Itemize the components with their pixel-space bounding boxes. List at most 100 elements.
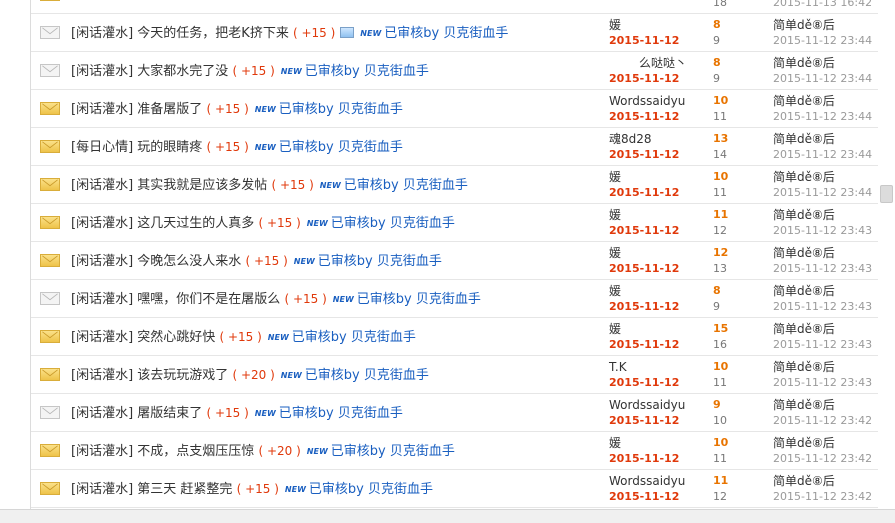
replies-count[interactable]: 11 [713, 208, 728, 222]
category-link[interactable]: [闲话灌水] [71, 482, 133, 497]
last-post-time[interactable]: 2015-11-12 23:43 [773, 262, 872, 276]
review-status-link[interactable]: 已审核by 贝克街血手 [279, 140, 403, 155]
table-row[interactable]: [闲话灌水] 屠版结束了 ( +15 ) NEW 已审核by 贝克街血手 Wordss… [31, 394, 879, 432]
author-link[interactable]: 么哒哒丶 [597, 56, 687, 70]
thread-subject-link[interactable]: 准备屠版了 [137, 102, 202, 117]
table-row[interactable]: [闲话灌水] 突然心跳好快 ( +15 ) NEW 已审核by 贝克街血手 媛 2015… [31, 318, 879, 356]
category-link[interactable]: [闲话灌水] [71, 254, 133, 269]
review-status-link[interactable]: 已审核by 贝克街血手 [279, 102, 403, 117]
category-link[interactable]: [闲话灌水] [71, 178, 133, 193]
last-poster-link[interactable]: 简单dě⑧后 [773, 436, 835, 450]
replies-count[interactable]: 8 [713, 56, 721, 70]
last-poster-link[interactable]: 简单dě⑧后 [773, 322, 835, 336]
table-row-partial[interactable]: 18 2015-11-13 16:42 [31, 0, 879, 14]
table-row[interactable]: [闲话灌水] 今天的任务，把老K挤下来 ( +15 ) NEW 已审核by 贝克街血… [31, 14, 879, 52]
category-link[interactable]: [闲话灌水] [71, 26, 133, 41]
table-row[interactable]: [闲话灌水] 第三天 赶紧整完 ( +15 ) NEW 已审核by 贝克街血手 Wor… [31, 470, 879, 508]
table-row[interactable]: [闲话灌水] 大家都水完了没 ( +15 ) NEW 已审核by 贝克街血手 么哒哒丶… [31, 52, 879, 90]
replies-count[interactable]: 8 [713, 18, 721, 32]
replies-count[interactable]: 10 [713, 170, 728, 184]
thread-subject-link[interactable]: 第三天 赶紧整完 [137, 482, 232, 497]
last-poster-link[interactable]: 简单dě⑧后 [773, 132, 835, 146]
replies-count[interactable]: 15 [713, 322, 728, 336]
table-row[interactable]: [闲话灌水] 这几天过生的人真多 ( +15 ) NEW 已审核by 贝克街血手 媛 2… [31, 204, 879, 242]
review-status-link[interactable]: 已审核by 贝克街血手 [331, 444, 455, 459]
last-post-time[interactable]: 2015-11-12 23:44 [773, 110, 872, 124]
category-link[interactable]: [闲话灌水] [71, 444, 133, 459]
last-post-time[interactable]: 2015-11-12 23:44 [773, 148, 872, 162]
last-poster-link[interactable]: 简单dě⑧后 [773, 284, 835, 298]
thread-subject-link[interactable]: 突然心跳好快 [137, 330, 215, 345]
category-link[interactable]: [闲话灌水] [71, 330, 133, 345]
table-row[interactable]: [闲话灌水] 其实我就是应该多发帖 ( +15 ) NEW 已审核by 贝克街血手 媛… [31, 166, 879, 204]
last-poster-link[interactable]: 简单dě⑧后 [773, 94, 835, 108]
author-link[interactable]: Wordssaidyu [609, 474, 699, 488]
last-poster-link[interactable]: 简单dě⑧后 [773, 360, 835, 374]
last-post-time[interactable]: 2015-11-12 23:43 [773, 338, 872, 352]
thread-subject-link[interactable]: 不成，点支烟压压惊 [137, 444, 254, 459]
table-row[interactable]: [闲话灌水] 准备屠版了 ( +15 ) NEW 已审核by 贝克街血手 Wordss… [31, 90, 879, 128]
last-poster-link[interactable]: 简单dě⑧后 [773, 208, 835, 222]
author-link[interactable]: 媛 [609, 246, 699, 260]
author-link[interactable]: T.K [609, 360, 699, 374]
review-status-link[interactable]: 已审核by 贝克街血手 [305, 64, 429, 79]
last-post-time[interactable]: 2015-11-12 23:42 [773, 452, 872, 466]
author-link[interactable]: 媛 [609, 208, 699, 222]
thread-subject-link[interactable]: 大家都水完了没 [137, 64, 228, 79]
author-link[interactable]: Wordssaidyu [609, 398, 699, 412]
replies-count[interactable]: 10 [713, 360, 728, 374]
replies-count[interactable]: 10 [713, 436, 728, 450]
replies-count[interactable]: 12 [713, 246, 728, 260]
replies-count[interactable]: 11 [713, 474, 728, 488]
replies-count[interactable]: 8 [713, 284, 721, 298]
review-status-link[interactable]: 已审核by 贝克街血手 [305, 368, 429, 383]
thread-subject-link[interactable]: 嘿嘿，你们不是在屠版么 [137, 292, 280, 307]
author-link[interactable]: Wordssaidyu [609, 94, 699, 108]
replies-count[interactable]: 10 [713, 94, 728, 108]
thread-subject-link[interactable]: 屠版结束了 [137, 406, 202, 421]
last-post-time[interactable]: 2015-11-12 23:42 [773, 490, 872, 504]
last-post-time[interactable]: 2015-11-12 23:43 [773, 376, 872, 390]
review-status-link[interactable]: 已审核by 贝克街血手 [279, 406, 403, 421]
thread-subject-link[interactable]: 其实我就是应该多发帖 [137, 178, 267, 193]
last-poster-link[interactable]: 简单dě⑧后 [773, 170, 835, 184]
table-row[interactable]: [闲话灌水] 该去玩玩游戏了 ( +20 ) NEW 已审核by 贝克街血手 T.K 2… [31, 356, 879, 394]
category-link[interactable]: [闲话灌水] [71, 216, 133, 231]
author-link[interactable]: 媛 [609, 322, 699, 336]
last-poster-link[interactable]: 简单dě⑧后 [773, 474, 835, 488]
review-status-link[interactable]: 已审核by 贝克街血手 [344, 178, 468, 193]
review-status-link[interactable]: 已审核by 贝克街血手 [331, 216, 455, 231]
table-row[interactable]: [闲话灌水] 今晚怎么没人来水 ( +15 ) NEW 已审核by 贝克街血手 媛 20… [31, 242, 879, 280]
category-link[interactable]: [闲话灌水] [71, 64, 133, 79]
table-row[interactable]: [闲话灌水] 嘿嘿，你们不是在屠版么 ( +15 ) NEW 已审核by 贝克街血手… [31, 280, 879, 318]
table-row[interactable]: [闲话灌水] 不成，点支烟压压惊 ( +20 ) NEW 已审核by 贝克街血手 媛 2… [31, 432, 879, 470]
author-link[interactable]: 媛 [609, 436, 699, 450]
review-status-link[interactable]: 已审核by 贝克街血手 [309, 482, 433, 497]
thread-subject-link[interactable]: 今晚怎么没人来水 [137, 254, 241, 269]
last-post-time[interactable]: 2015-11-12 23:44 [773, 186, 872, 200]
category-link[interactable]: [闲话灌水] [71, 406, 133, 421]
category-link[interactable]: [闲话灌水] [71, 368, 133, 383]
last-post-time[interactable]: 2015-11-12 23:44 [773, 72, 872, 86]
thread-subject-link[interactable]: 玩的眼睛疼 [137, 140, 202, 155]
thread-subject-link[interactable]: 今天的任务，把老K挤下来 [137, 26, 289, 41]
review-status-link[interactable]: 已审核by 贝克街血手 [318, 254, 442, 269]
author-link[interactable]: 魂8d28 [609, 132, 699, 146]
horizontal-scrollbar[interactable] [0, 509, 895, 523]
last-poster-link[interactable]: 简单dě⑧后 [773, 56, 835, 70]
last-poster-link[interactable]: 简单dě⑧后 [773, 18, 835, 32]
review-status-link[interactable]: 已审核by 贝克街血手 [292, 330, 416, 345]
table-row[interactable]: [每日心情] 玩的眼睛疼 ( +15 ) NEW 已审核by 贝克街血手 魂8d28 2… [31, 128, 879, 166]
last-post-time[interactable]: 2015-11-12 23:43 [773, 300, 872, 314]
last-post-time[interactable]: 2015-11-12 23:42 [773, 414, 872, 428]
author-link[interactable]: 媛 [609, 170, 699, 184]
category-link[interactable]: [闲话灌水] [71, 292, 133, 307]
scrollbar-thumb[interactable] [880, 185, 893, 203]
author-link[interactable]: 媛 [609, 284, 699, 298]
last-poster-link[interactable]: 简单dě⑧后 [773, 246, 835, 260]
replies-count[interactable]: 9 [713, 398, 721, 412]
category-link[interactable]: [闲话灌水] [71, 102, 133, 117]
thread-subject-link[interactable]: 该去玩玩游戏了 [137, 368, 228, 383]
replies-count[interactable]: 13 [713, 132, 728, 146]
vertical-scrollbar[interactable] [878, 0, 895, 509]
